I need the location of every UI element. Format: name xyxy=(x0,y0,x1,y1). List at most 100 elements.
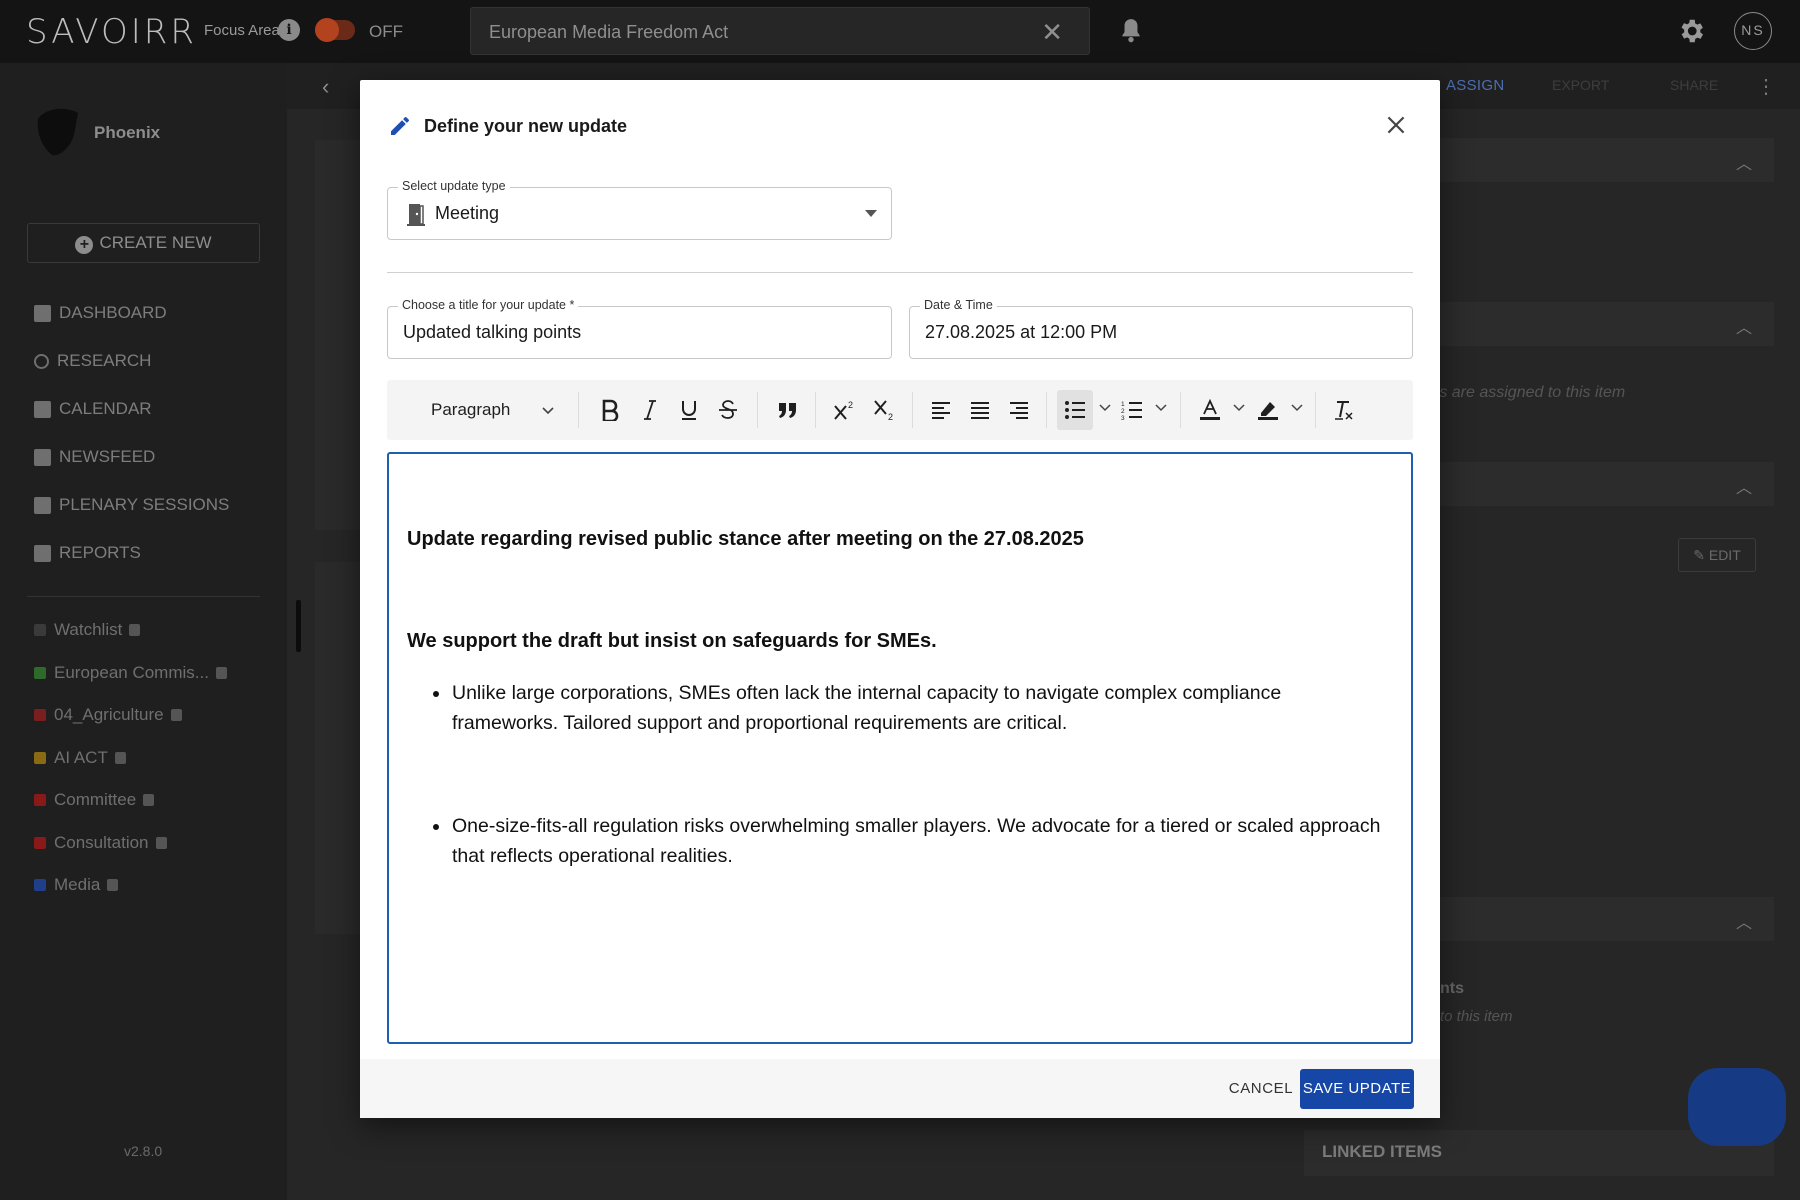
bold-button[interactable] xyxy=(593,390,627,430)
list-item-media[interactable]: Media xyxy=(34,864,227,907)
date-time-input[interactable]: Date & Time 27.08.2025 at 12:00 PM xyxy=(909,298,1413,359)
quote-icon xyxy=(779,403,796,418)
svg-text:2: 2 xyxy=(888,412,893,421)
superscript-icon: 2 xyxy=(834,400,853,420)
modal-footer: CANCEL SAVE UPDATE xyxy=(360,1059,1440,1118)
chat-support-button[interactable] xyxy=(1688,1068,1786,1146)
chevron-up-icon[interactable]: ︿ xyxy=(1736,314,1752,338)
cancel-button[interactable]: CANCEL xyxy=(1218,1071,1304,1107)
chevron-down-icon[interactable] xyxy=(1155,404,1167,412)
bold-icon xyxy=(602,399,619,421)
focus-area-toggle[interactable] xyxy=(315,18,355,42)
align-right-button[interactable] xyxy=(1002,390,1036,430)
subscript-button[interactable]: 2 xyxy=(867,390,903,430)
gear-icon[interactable] xyxy=(1676,16,1706,46)
nav-item-newsfeed[interactable]: NEWSFEED xyxy=(34,433,229,481)
list-item-agriculture[interactable]: 04_Agriculture xyxy=(34,694,227,737)
nav-item-dashboard[interactable]: DASHBOARD xyxy=(34,289,229,337)
chevron-up-icon[interactable]: ︿ xyxy=(1736,474,1752,498)
update-title-input[interactable]: Choose a title for your update * Updated… xyxy=(387,298,892,359)
align-left-button[interactable] xyxy=(924,390,958,430)
paragraph-style-dropdown[interactable]: Paragraph xyxy=(431,390,561,430)
comments-hint: to this item xyxy=(1440,1008,1513,1025)
nav-item-research[interactable]: RESEARCH xyxy=(34,337,229,385)
top-bar: SAVOIRR Focus Area i OFF European Media … xyxy=(0,0,1800,63)
font-color-button[interactable] xyxy=(1193,390,1227,430)
share-button[interactable]: SHARE xyxy=(1670,77,1718,93)
blockquote-button[interactable] xyxy=(770,390,806,430)
sidebar: Phoenix + CREATE NEW DASHBOARD RESEARCH C… xyxy=(0,63,287,1200)
close-icon[interactable] xyxy=(1383,112,1409,138)
list-item-ai-act[interactable]: AI ACT xyxy=(34,737,227,780)
list-item-consultation[interactable]: Consultation xyxy=(34,822,227,865)
clear-formatting-button[interactable] xyxy=(1327,390,1361,430)
plus-icon: + xyxy=(75,236,94,254)
search-icon xyxy=(34,353,49,369)
timeline-card xyxy=(315,562,360,934)
export-button[interactable]: EXPORT xyxy=(1552,77,1609,93)
nav-item-calendar[interactable]: CALENDAR xyxy=(34,385,229,433)
list-color-dot xyxy=(34,751,46,764)
focus-area-state: OFF xyxy=(369,22,403,41)
more-options-icon[interactable]: ⋮ xyxy=(1756,74,1776,99)
calendar-icon xyxy=(34,400,51,418)
watchlists: Watchlist European Commis... 04_Agricult… xyxy=(34,609,227,907)
chevron-down-icon xyxy=(542,407,554,415)
toolbar-separator xyxy=(1315,392,1316,428)
list-item-watchlist[interactable]: Watchlist xyxy=(34,609,227,652)
global-search-input[interactable]: European Media Freedom Act ✕ xyxy=(470,7,1090,55)
app-logo[interactable]: SAVOIRR xyxy=(26,12,197,52)
bullet-list-button[interactable] xyxy=(1057,390,1093,430)
info-icon[interactable]: i xyxy=(278,19,300,41)
editor-bullet-item: Unlike large corporations, SMEs often la… xyxy=(433,678,1383,738)
superscript-button[interactable]: 2 xyxy=(827,390,863,430)
chevron-up-icon[interactable]: ︿ xyxy=(1736,150,1752,174)
clear-search-icon[interactable]: ✕ xyxy=(1041,17,1063,48)
chevron-up-icon[interactable]: ︿ xyxy=(1736,909,1752,933)
back-arrow-icon[interactable]: ‹ xyxy=(322,74,329,100)
chevron-down-icon[interactable] xyxy=(1099,404,1111,412)
italic-button[interactable] xyxy=(633,390,667,430)
align-justify-icon xyxy=(971,402,989,419)
align-center-button[interactable] xyxy=(963,390,997,430)
date-time-value: 27.08.2025 at 12:00 PM xyxy=(925,322,1118,342)
list-color-dot xyxy=(34,624,46,637)
nav-label: CALENDAR xyxy=(59,399,152,418)
edit-button[interactable]: ✎ EDIT xyxy=(1678,538,1756,572)
font-color-icon xyxy=(1200,399,1220,420)
workspace-name: Phoenix xyxy=(94,123,161,142)
nav-item-reports[interactable]: REPORTS xyxy=(34,529,229,577)
user-avatar[interactable]: NS xyxy=(1734,12,1772,50)
underline-button[interactable] xyxy=(672,390,706,430)
update-title-label: Choose a title for your update * xyxy=(398,298,579,312)
bullet-text: Unlike large corporations, SMEs often la… xyxy=(452,682,1282,734)
svg-text:3: 3 xyxy=(1121,415,1125,420)
list-color-dot xyxy=(34,836,46,849)
subscript-icon: 2 xyxy=(874,400,893,421)
chevron-down-icon[interactable] xyxy=(1233,404,1245,412)
list-item-committee[interactable]: Committee xyxy=(34,779,227,822)
bullet-text: One-size-fits-all regulation risks overw… xyxy=(452,815,1381,867)
assign-button[interactable]: ASSIGN xyxy=(1446,77,1504,94)
save-update-button[interactable]: SAVE UPDATE xyxy=(1300,1069,1414,1109)
numbered-list-button[interactable]: 123 xyxy=(1115,390,1149,430)
scrollbar-thumb[interactable] xyxy=(296,600,301,652)
editor-heading: We support the draft but insist on safeg… xyxy=(407,630,937,652)
bullet-list-icon xyxy=(1065,401,1085,419)
toolbar-separator xyxy=(578,392,579,428)
chevron-down-icon[interactable] xyxy=(1291,404,1303,412)
focus-area-label: Focus Area xyxy=(204,22,280,39)
strikethrough-button[interactable] xyxy=(711,390,745,430)
rich-text-editor[interactable]: Update regarding revised public stance a… xyxy=(387,452,1413,1044)
svg-text:2: 2 xyxy=(848,400,853,410)
rich-text-toolbar: Paragraph 2 2 1 2 3 xyxy=(387,380,1413,440)
list-label: 04_Agriculture xyxy=(54,705,164,725)
update-type-select[interactable]: Select update type Meeting xyxy=(387,179,892,240)
notification-bell-icon[interactable] xyxy=(1118,17,1144,45)
create-new-button[interactable]: + CREATE NEW xyxy=(27,223,260,263)
editor-bullet-list: One-size-fits-all regulation risks overw… xyxy=(433,811,1383,871)
list-item-european-commission[interactable]: European Commis... xyxy=(34,652,227,695)
nav-item-plenary-sessions[interactable]: PLENARY SESSIONS xyxy=(34,481,229,529)
editor-bullet-list: Unlike large corporations, SMEs often la… xyxy=(433,678,1383,738)
highlight-color-button[interactable] xyxy=(1251,390,1285,430)
